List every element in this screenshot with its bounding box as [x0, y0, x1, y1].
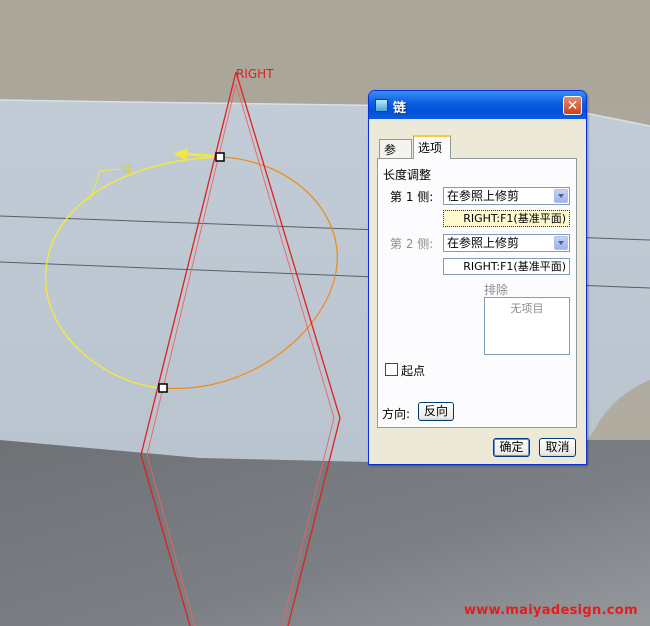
close-icon: ✕ — [566, 98, 579, 114]
chain-end-handle[interactable] — [158, 383, 168, 393]
side2-reference-field[interactable]: RIGHT:F1(基准平面) — [443, 258, 570, 275]
side1-trim-select[interactable]: 在参照上修剪 — [443, 187, 570, 205]
model-lower-face — [0, 440, 650, 626]
chevron-down-icon[interactable] — [554, 189, 568, 203]
start-point-checkbox[interactable] — [385, 363, 398, 376]
flip-direction-button[interactable]: 反向 — [418, 402, 454, 421]
ok-button[interactable]: 确定 — [493, 438, 530, 457]
dialog-title: 链 — [393, 101, 407, 116]
window-icon — [375, 99, 388, 112]
chain-start-handle[interactable] — [215, 152, 225, 162]
exclude-list[interactable]: 无项目 — [484, 297, 570, 355]
cancel-button[interactable]: 取消 — [539, 438, 576, 457]
side2-trim-select[interactable]: 在参照上修剪 — [443, 234, 570, 252]
side2-trim-value: 在参照上修剪 — [447, 236, 520, 250]
datum-plane-label: RIGHT — [236, 67, 274, 81]
watermark-text: www.maiyadesign.com — [464, 603, 638, 618]
close-button[interactable]: ✕ — [563, 96, 582, 115]
side1-reference-field[interactable]: RIGHT:F1(基准平面) — [443, 210, 570, 227]
tab-references[interactable]: 参照 — [379, 139, 412, 177]
dialog-titlebar[interactable]: 链 ✕ — [369, 91, 586, 119]
exclude-empty-text: 无项目 — [510, 302, 544, 315]
side1-trim-value: 在参照上修剪 — [447, 189, 520, 203]
side2-label: 第 2 侧: — [390, 237, 434, 251]
direction-label: 方向: — [382, 407, 411, 421]
start-point-label: 起点 — [401, 364, 426, 378]
chevron-down-icon[interactable] — [554, 236, 568, 250]
options-panel: 长度调整 第 1 侧: 在参照上修剪 RIGHT:F1(基准平面) 第 2 侧:… — [377, 158, 577, 428]
tab-options[interactable]: 选项 — [413, 135, 451, 159]
side1-label: 第 1 侧: — [390, 190, 434, 204]
exclude-label: 排除 — [484, 283, 509, 297]
chain-tag-label: 链 — [122, 165, 132, 175]
length-adjust-heading: 长度调整 — [383, 168, 432, 182]
chain-dialog: 链 ✕ 参照 选项 长度调整 第 1 侧: 在参照上修剪 RIGHT:F1(基准… — [368, 90, 587, 465]
